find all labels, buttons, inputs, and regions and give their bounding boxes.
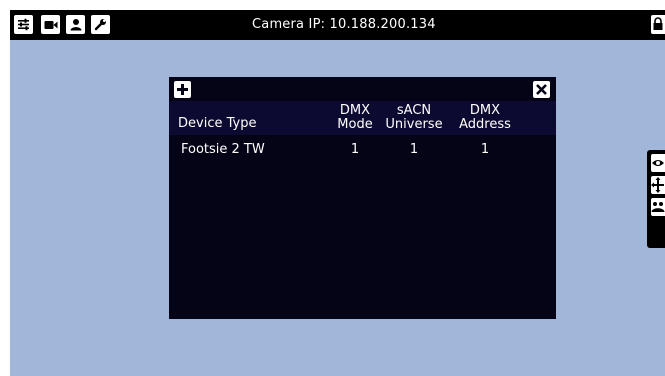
cell-device-type: Footsie 2 TW xyxy=(181,142,265,157)
header-dmx-mode: DMX Mode xyxy=(332,104,378,132)
move-icon[interactable] xyxy=(651,176,665,194)
wrench-icon[interactable] xyxy=(91,15,110,34)
table-row[interactable]: Footsie 2 TW 1 1 1 xyxy=(169,139,556,161)
app-window: Camera IP: 10.188.200.134 Device Type DM… xyxy=(10,10,665,376)
header-dmx-mode-line2: Mode xyxy=(337,117,373,132)
video-camera-icon[interactable] xyxy=(41,15,60,34)
cell-dmx-mode: 1 xyxy=(350,142,360,157)
header-sacn-universe-line2: Universe xyxy=(385,117,443,132)
eye-icon[interactable] xyxy=(651,154,665,172)
header-sacn-universe-line1: sACN xyxy=(396,103,432,118)
cell-dmx-address: 1 xyxy=(480,142,490,157)
camera-ip-title: Camera IP: 10.188.200.134 xyxy=(252,17,436,32)
header-device-type: Device Type xyxy=(178,116,257,131)
header-dmx-address-line2: Address xyxy=(459,117,511,132)
header-dmx-mode-line1: DMX xyxy=(339,103,371,118)
user-icon[interactable] xyxy=(66,15,85,34)
sliders-icon[interactable] xyxy=(14,15,33,34)
top-bar: Camera IP: 10.188.200.134 xyxy=(10,10,665,40)
device-dialog: Device Type DMX Mode sACN Universe DMX A… xyxy=(169,77,556,319)
header-dmx-address: DMX Address xyxy=(456,104,514,132)
side-toolbar xyxy=(647,150,665,248)
group-icon[interactable] xyxy=(651,198,665,216)
lock-icon[interactable] xyxy=(651,15,665,34)
header-dmx-address-line1: DMX xyxy=(469,103,501,118)
plus-icon[interactable] xyxy=(174,81,191,98)
cell-sacn-universe: 1 xyxy=(409,142,419,157)
close-icon[interactable] xyxy=(533,81,550,98)
header-sacn-universe: sACN Universe xyxy=(383,104,445,132)
